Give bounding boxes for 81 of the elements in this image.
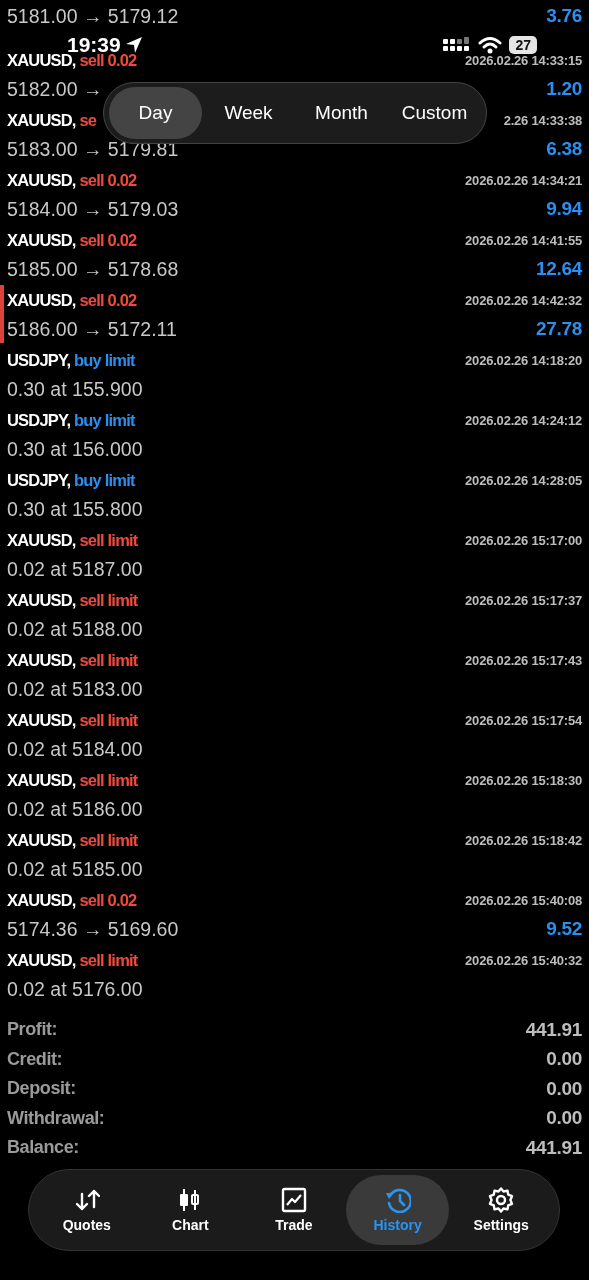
signal-icon [443,37,472,53]
trade-title: XAUUSD, sell limit [7,950,138,970]
summary-value: 441.91 [525,1018,582,1041]
trade-time: 2026.02.26 14:18:20 [465,352,582,368]
trade-profit: 3.76 [546,5,582,27]
order-price: 0.30 at 156.000 [7,437,143,461]
summary-label: Balance: [7,1137,79,1159]
wifi-icon [478,36,503,54]
trade-title: USDJPY, buy limit [7,350,135,370]
price-change: 5182.00 → [7,77,103,101]
trade-title: XAUUSD, se [7,110,97,130]
trade-time: 2026.02.26 15:17:43 [465,652,582,668]
period-tab[interactable]: Week [202,87,295,139]
trade-time: 2026.02.26 15:18:30 [465,772,582,788]
period-tab[interactable]: Custom [388,87,481,139]
trade-time: 2.26 14:33:38 [503,112,582,128]
battery-level: 27 [509,36,537,54]
trade-title: XAUUSD, sell limit [7,710,138,730]
summary-value: 0.00 [546,1107,582,1130]
trade-title: XAUUSD, sell limit [7,650,138,670]
order-price: 0.02 at 5176.00 [7,977,143,1001]
summary-value: 0.00 [546,1077,582,1100]
tab-item[interactable]: Settings [449,1175,553,1245]
settings-icon [488,1187,515,1213]
order-price: 0.02 at 5184.00 [7,737,143,761]
price-change: 5186.00 → 5172.11 [7,317,177,341]
order-price: 0.02 at 5185.00 [7,857,143,881]
price-change: 5184.00 → 5179.03 [7,197,179,221]
trade-time: 2026.02.26 15:40:32 [465,952,582,968]
arrows-icon [73,1187,100,1213]
trade-title: XAUUSD, sell 0.02 [7,230,137,250]
trade-title: USDJPY, buy limit [7,410,135,430]
trade-time: 2026.02.26 14:42:32 [465,292,582,308]
trade-time: 2026.02.26 15:17:54 [465,712,582,728]
summary-label: Profit: [7,1019,58,1041]
trade-title: XAUUSD, sell limit [7,830,138,850]
trade-time: 2026.02.26 14:24:12 [465,412,582,428]
summary-label: Withdrawal: [7,1107,105,1129]
summary-label: Credit: [7,1048,63,1070]
trade-time: 2026.02.26 14:41:55 [465,232,582,248]
price-change: 5185.00 → 5178.68 [7,257,179,281]
tab-item[interactable]: History [345,1175,450,1245]
period-tab[interactable]: Day [109,87,202,139]
trade-profit: 27.78 [535,318,582,340]
price-change: 5174.36 → 5169.60 [7,917,179,941]
summary-value: 0.00 [546,1048,582,1071]
trade-profit: 9.52 [546,918,582,940]
trade-profit: 12.64 [535,258,582,280]
tab-item[interactable]: Trade [242,1175,346,1245]
period-tab[interactable]: Month [295,87,388,139]
trade-title: XAUUSD, sell 0.02 [7,290,137,310]
trade-time: 2026.02.26 15:40:08 [465,892,582,908]
order-price: 0.02 at 5183.00 [7,677,143,701]
order-price: 0.02 at 5186.00 [7,797,143,821]
tab-item[interactable]: Quotes [35,1175,139,1245]
trade-profit: 1.20 [546,78,582,100]
location-arrow-icon [124,36,143,54]
clock-icon [384,1187,411,1213]
trade-title: XAUUSD, sell 0.02 [7,890,137,910]
price-change: 5181.00 → 5179.12 [7,4,179,28]
trade-title: XAUUSD, sell 0.02 [7,170,137,190]
summary-label: Deposit: [7,1078,76,1100]
order-price: 0.02 at 5187.00 [7,557,143,581]
trade-profit: 6.38 [546,138,582,160]
order-price: 0.30 at 155.900 [7,377,143,401]
line-chart-icon [281,1187,307,1213]
tab-item[interactable]: Chart [138,1175,243,1245]
trade-profit: 9.94 [546,198,582,220]
trade-time: 2026.02.26 15:17:37 [465,592,582,608]
trade-time: 2026.02.26 14:34:21 [465,172,582,188]
trade-title: USDJPY, buy limit [7,470,135,490]
trade-title: XAUUSD, sell limit [7,770,138,790]
trade-title: XAUUSD, sell limit [7,530,138,550]
order-price: 0.30 at 155.800 [7,497,143,521]
trade-time: 2026.02.26 14:28:05 [465,472,582,488]
order-price: 0.02 at 5188.00 [7,617,143,641]
trade-time: 2026.02.26 15:18:42 [465,832,582,848]
trade-time: 2026.02.26 14:33:15 [465,52,582,68]
trade-time: 2026.02.26 15:17:00 [465,532,582,548]
summary-value: 441.91 [525,1136,582,1159]
trade-title: XAUUSD, sell limit [7,590,138,610]
